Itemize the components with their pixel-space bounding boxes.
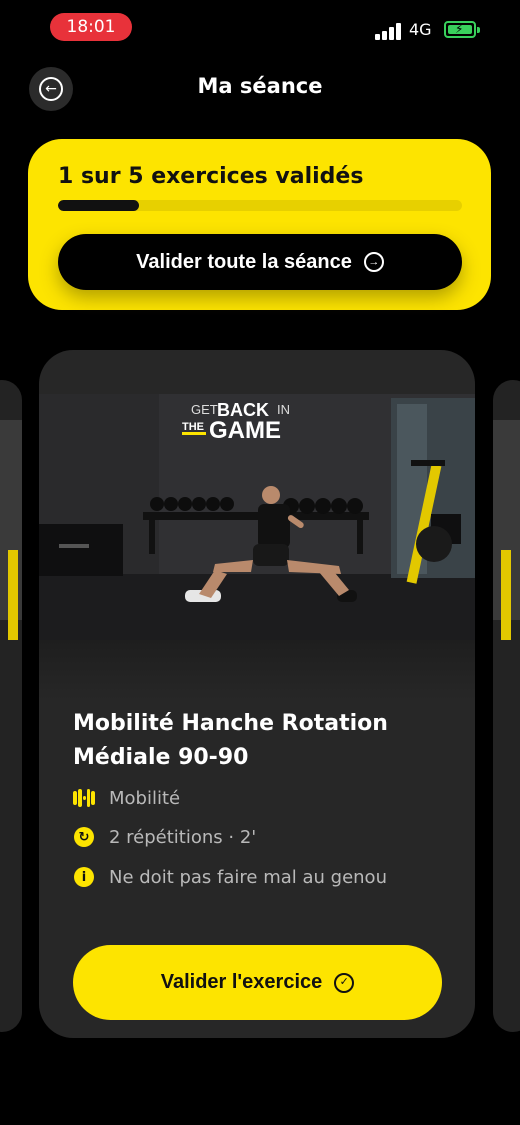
repeat-icon: ↻ (74, 827, 94, 847)
check-circle-icon: ✓ (334, 972, 355, 993)
info-icon: i (74, 867, 94, 887)
page-title: Ma séance (197, 74, 323, 98)
previous-exercise-card[interactable] (0, 380, 22, 1032)
previous-exercise-bike (8, 550, 18, 640)
progress-bar-fill (58, 200, 139, 211)
exercise-reps: ↻ 2 répétitions · 2' (73, 826, 256, 848)
next-exercise-bike (501, 550, 511, 640)
exercise-note: i Ne doit pas faire mal au genou (73, 866, 387, 888)
validate-exercise-label: Valider l'exercice (160, 971, 323, 993)
exercise-card[interactable]: GET BACK IN THE GAME Mobilité Hanche Rot… (39, 350, 475, 1038)
next-exercise-card[interactable] (493, 380, 520, 1032)
exercise-title: Mobilité Hanche Rotation Médiale 90-90 (73, 711, 388, 770)
logo-text-game: GAME (209, 417, 281, 444)
exercise-category: Mobilité (73, 787, 180, 809)
gym-scene-illustration: GET BACK IN THE GAME (39, 394, 475, 654)
battery-icon: ⚡ (444, 21, 480, 38)
signal-icon (375, 22, 403, 40)
exercise-category-label: Mobilité (109, 787, 181, 809)
exercise-reps-label: 2 répétitions · 2' (109, 826, 257, 848)
exercise-video-thumbnail[interactable]: GET BACK IN THE GAME (39, 394, 475, 654)
network-label: 4G (409, 20, 432, 39)
progress-card: 1 sur 5 exercices validés Valider toute … (28, 139, 491, 310)
exercise-note-label: Ne doit pas faire mal au genou (109, 866, 387, 888)
media-fade (39, 640, 475, 700)
validate-session-label: Valider toute la séance (136, 250, 352, 273)
logo-text-the: THE (182, 421, 204, 433)
progress-bar (58, 200, 462, 211)
arrow-right-circle-icon: → (363, 252, 384, 272)
status-time: 18:01 (50, 13, 132, 41)
logo-text-in: IN (277, 402, 290, 417)
validate-session-button[interactable]: Valider toute la séance → (58, 234, 462, 290)
logo-text-get: GET (191, 402, 218, 417)
status-bar: 18:01 4G ⚡ (0, 0, 520, 56)
dumbbell-icon (73, 787, 95, 809)
progress-text: 1 sur 5 exercices validés (58, 164, 364, 189)
validate-exercise-button[interactable]: Valider l'exercice ✓ (73, 945, 442, 1020)
